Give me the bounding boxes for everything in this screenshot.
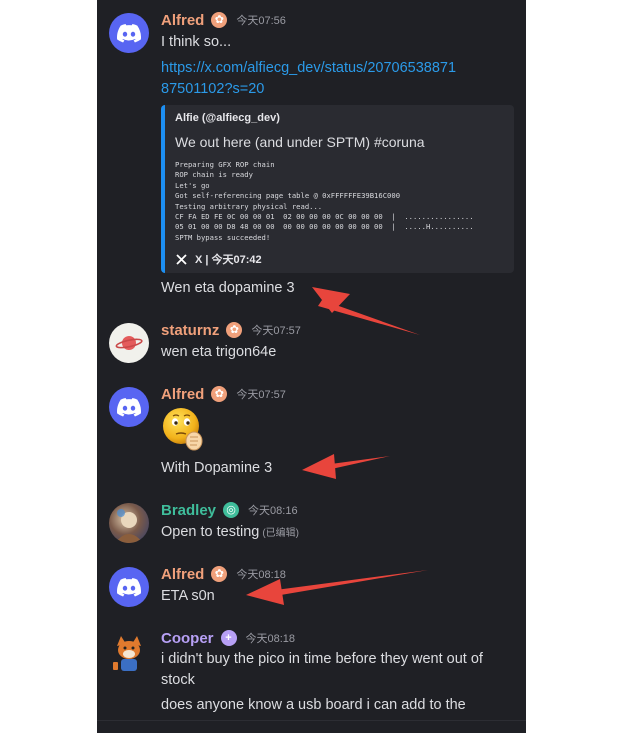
message-text-content: Open to testing: [161, 524, 260, 540]
timestamp: 今天08:16: [248, 505, 298, 517]
embed-description: We out here (and under SPTM) #coruna: [175, 134, 425, 150]
flower-badge-icon[interactable]: ✿: [211, 386, 228, 402]
ring-badge-icon[interactable]: ◎: [223, 502, 240, 518]
plus-badge-icon[interactable]: +: [220, 630, 237, 646]
avatar[interactable]: [109, 567, 149, 607]
message-header: Bradley ◎ 今天08:16: [161, 500, 298, 520]
message-header: Alfred ✿ 今天07:56: [161, 10, 286, 30]
timestamp: 今天07:57: [236, 389, 286, 401]
chat-message-list[interactable]: Alfred ✿ 今天07:56 I think so... https://x…: [97, 0, 526, 733]
avatar[interactable]: [109, 387, 149, 427]
message-text-followup: Wen eta dopamine 3: [161, 280, 295, 296]
timestamp: 今天08:18: [236, 569, 286, 581]
embed-footer-text: X | 今天07:42: [195, 254, 262, 266]
message-header: Alfred ✿ 今天08:18: [161, 564, 286, 584]
discord-logo-icon: [117, 577, 141, 596]
timestamp: 今天07:57: [251, 325, 301, 337]
message-text: ETA s0n: [161, 588, 215, 604]
avatar[interactable]: [109, 632, 149, 672]
embed-footer: X | 今天07:42: [175, 251, 262, 267]
message-text: I think so...: [161, 34, 232, 50]
flower-badge-icon[interactable]: ✿: [211, 12, 228, 28]
flower-badge-icon[interactable]: ✿: [226, 322, 243, 338]
message-text: Open to testing (已编辑): [161, 522, 299, 544]
discord-logo-icon: [117, 397, 141, 416]
embed-code-block: Preparing GFX ROP chain ROP chain is rea…: [175, 160, 474, 242]
saturn-planet-icon: [115, 336, 143, 350]
username[interactable]: Bradley: [161, 502, 216, 519]
message-text: With Dopamine 3: [161, 460, 273, 476]
message-link[interactable]: https://x.com/alfiecg_dev/status/2070653…: [161, 58, 461, 100]
divider: [97, 720, 526, 721]
username[interactable]: Alfred: [161, 566, 204, 583]
message-text: i didn't buy the pico in time before the…: [161, 651, 483, 688]
message-text: wen eta trigon64e: [161, 344, 277, 360]
x-logo-icon: [175, 253, 187, 265]
thinking-emoji-sticker[interactable]: [161, 406, 205, 452]
timestamp: 今天08:18: [245, 633, 296, 645]
embed-author[interactable]: Alfie (@alfiecg_dev): [175, 112, 280, 124]
avatar[interactable]: [109, 323, 149, 363]
avatar[interactable]: [109, 13, 149, 53]
discord-logo-icon: [117, 23, 141, 42]
message-header: Alfred ✿ 今天07:57: [161, 384, 286, 404]
link-embed[interactable]: Alfie (@alfiecg_dev) We out here (and un…: [161, 105, 514, 273]
message-text-followup: does anyone know a usb board i can add t…: [161, 697, 466, 713]
username[interactable]: Alfred: [161, 12, 204, 29]
username[interactable]: staturnz: [161, 322, 219, 339]
username[interactable]: Cooper: [161, 630, 214, 647]
user-photo-icon: [115, 509, 143, 543]
flower-badge-icon[interactable]: ✿: [211, 566, 228, 582]
username[interactable]: Alfred: [161, 386, 204, 403]
message-header: Cooper + 今天08:18: [161, 628, 295, 648]
avatar[interactable]: [109, 503, 149, 543]
fox-avatar-icon: [113, 636, 141, 671]
message-header: staturnz ✿ 今天07:57: [161, 320, 301, 340]
edited-label: (已编辑): [262, 528, 300, 539]
timestamp: 今天07:56: [236, 15, 286, 27]
